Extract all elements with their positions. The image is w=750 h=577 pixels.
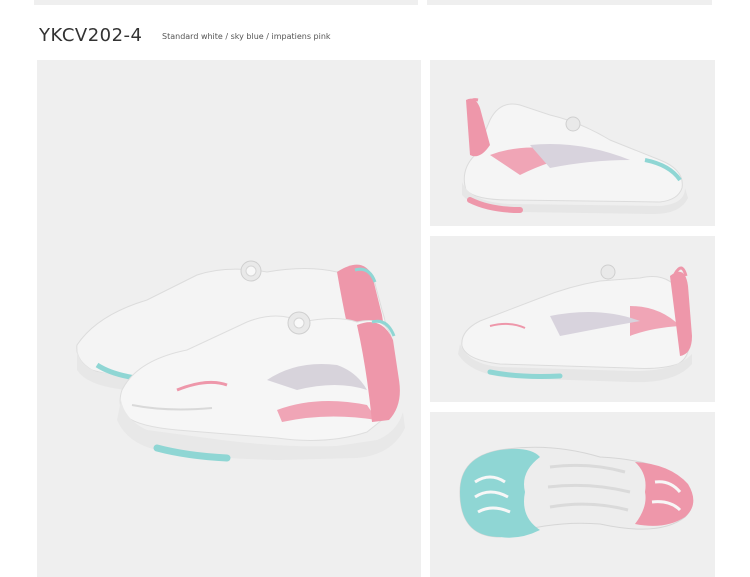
shoe-outsole-illustration [459,446,694,538]
previous-section-strip-left [34,0,418,5]
medial-view-image[interactable] [430,236,715,402]
product-model: YKCV202-4 [39,25,143,46]
product-colorway: Standard white / sky blue / impatiens pi… [162,32,331,41]
shoe-side-illustration [462,98,688,215]
outsole-view-image[interactable] [430,412,715,577]
shoe-medial-illustration [458,264,692,383]
main-product-image[interactable] [37,60,421,577]
previous-section-strip-right [427,0,712,5]
side-view-image[interactable] [430,60,715,226]
shoe-pair-illustration [76,260,405,462]
